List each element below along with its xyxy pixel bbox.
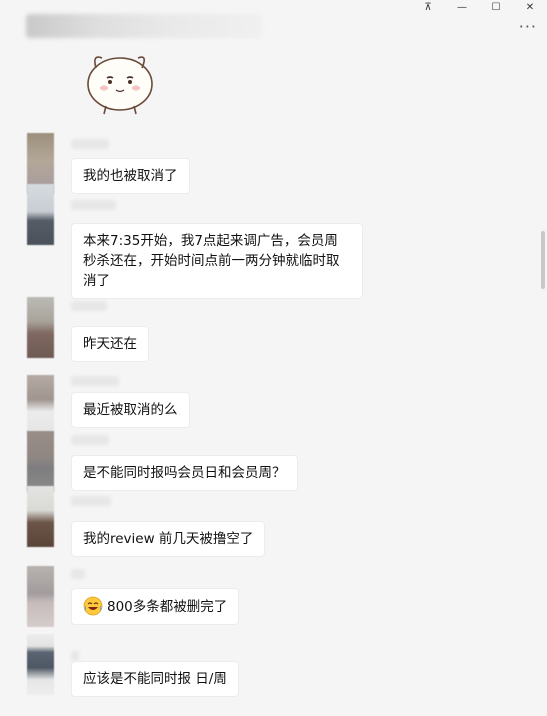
scrollbar[interactable] [541,231,545,289]
bunny-sticker [87,56,153,115]
message-bubble: 最近被取消的么 [71,392,190,428]
more-options-button[interactable]: ··· [519,19,537,35]
sender-name-blurred [71,569,85,579]
sender-name-blurred [71,376,119,386]
message-bubble: 应该是不能同时报 日/周 [71,661,239,697]
message-bubble: 昨天还在 [71,326,149,362]
crying-laughing-emoji-icon [83,596,103,616]
sender-name-blurred [71,200,116,210]
chat-title-blurred [26,14,262,38]
pin-icon[interactable]: ⊼ [411,0,445,14]
message-bubble: 我的review 前几天被撸空了 [71,521,266,557]
avatar[interactable] [27,184,54,245]
message-bubble: 我的也被取消了 [71,158,190,194]
sender-name-blurred [71,651,79,661]
sender-name-blurred [71,435,109,445]
maximize-button[interactable]: ☐ [479,0,513,14]
message-bubble: 800多条都被删完了 [71,588,240,625]
window-controls: ⊼ — ☐ ✕ [411,0,547,14]
avatar[interactable] [27,297,54,358]
message-text: 800多条都被删完了 [107,599,228,615]
sender-name-blurred [71,301,107,311]
avatar[interactable] [27,431,54,492]
close-button[interactable]: ✕ [513,0,547,14]
sender-name-blurred [71,496,111,506]
message-bubble: 是不能同时报吗会员日和会员周？ [71,455,298,491]
minimize-button[interactable]: — [445,0,479,14]
sender-name-blurred [71,139,109,149]
message-bubble: 本来7:35开始，我7点起来调广告，会员周秒杀还在，开始时间点前一两分钟就临时取… [71,223,363,299]
avatar[interactable] [27,375,54,436]
avatar[interactable] [27,566,54,627]
avatar[interactable] [27,486,54,547]
avatar[interactable] [27,634,54,695]
